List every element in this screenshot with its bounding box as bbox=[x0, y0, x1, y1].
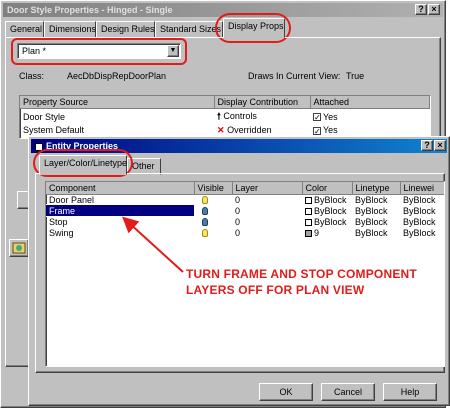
col-attached[interactable]: Attached bbox=[310, 96, 430, 109]
close-icon[interactable]: × bbox=[434, 140, 446, 151]
row-attached: Yes bbox=[323, 111, 338, 122]
display-rep-value: Plan * bbox=[22, 46, 47, 56]
door-style-viewer-icon[interactable] bbox=[9, 239, 29, 257]
cross-icon: ✕ bbox=[217, 124, 225, 135]
tab-standard-sizes[interactable]: Standard Sizes bbox=[155, 21, 223, 38]
row-component[interactable]: Door Panel bbox=[46, 194, 194, 205]
row-color-value: 9 bbox=[314, 227, 320, 238]
row-lineweight[interactable]: ByBlock bbox=[400, 216, 444, 227]
row-component[interactable]: Stop bbox=[46, 216, 194, 227]
property-source-list[interactable]: Property Source Display Contribution Att… bbox=[19, 95, 431, 139]
lightbulb-off-icon[interactable] bbox=[202, 207, 208, 216]
row-contribution: Overridden bbox=[227, 124, 272, 135]
table-row[interactable]: System Default ✕ Overridden ✓ Yes bbox=[20, 125, 430, 136]
help-icon[interactable]: ? bbox=[421, 140, 433, 151]
row-color[interactable]: ByBlock bbox=[302, 205, 352, 216]
close-icon[interactable]: × bbox=[428, 4, 440, 15]
display-rep-select[interactable]: Plan * ▼ bbox=[17, 43, 181, 59]
help-button[interactable]: Help bbox=[383, 383, 437, 401]
attached-checkbox[interactable]: ✓ bbox=[313, 113, 321, 122]
color-swatch bbox=[305, 196, 312, 204]
callout-line-1: TURN FRAME AND STOP COMPONENT bbox=[186, 267, 417, 281]
table-row[interactable]: Door Panel 0 ByBlock ByBlock ByBlock bbox=[46, 194, 444, 205]
col-color[interactable]: Color bbox=[302, 182, 353, 195]
table-row[interactable]: Door Style 🠕 Controls ✓ Yes bbox=[20, 108, 430, 125]
help-icon[interactable]: ? bbox=[415, 4, 427, 15]
color-swatch bbox=[305, 229, 312, 237]
draws-value: True bbox=[346, 71, 365, 81]
row-lineweight[interactable]: ByBlock bbox=[400, 227, 444, 238]
callout-line-2: LAYERS OFF FOR PLAN VIEW bbox=[186, 283, 365, 297]
row-lineweight[interactable]: ByBlock bbox=[400, 194, 444, 205]
row-linetype[interactable]: ByBlock bbox=[352, 216, 400, 227]
lightbulb-on-icon[interactable] bbox=[202, 196, 208, 205]
row-visible[interactable] bbox=[194, 205, 232, 216]
row-component[interactable]: Frame bbox=[46, 204, 195, 217]
cancel-button[interactable]: Cancel bbox=[321, 383, 375, 401]
row-color[interactable]: ByBlock bbox=[302, 216, 352, 227]
row-color-value: ByBlock bbox=[314, 205, 347, 216]
table-row[interactable]: Swing 0 9 ByBlock ByBlock bbox=[46, 227, 444, 238]
entity-title: Entity Properties bbox=[46, 141, 119, 151]
row-linetype[interactable]: ByBlock bbox=[352, 227, 400, 238]
row-component[interactable]: Swing bbox=[46, 227, 194, 238]
row-contribution: Controls bbox=[223, 110, 257, 121]
row-layer[interactable]: 0 bbox=[232, 227, 302, 238]
row-attached: Yes bbox=[323, 125, 338, 135]
col-layer[interactable]: Layer bbox=[232, 182, 303, 195]
arrow-up-icon: 🠕 bbox=[217, 110, 221, 121]
tab-general[interactable]: General bbox=[5, 21, 44, 38]
row-layer[interactable]: 0 bbox=[232, 216, 302, 227]
tab-dimensions[interactable]: Dimensions bbox=[44, 21, 96, 38]
row-visible[interactable] bbox=[194, 194, 232, 205]
row-color-value: ByBlock bbox=[314, 194, 347, 205]
chevron-down-icon[interactable]: ▼ bbox=[167, 45, 179, 57]
col-property-source[interactable]: Property Source bbox=[20, 96, 215, 109]
row-visible[interactable] bbox=[194, 216, 232, 227]
tab-display-props[interactable]: Display Props bbox=[223, 18, 285, 38]
class-value: AecDbDispRepDoorPlan bbox=[67, 71, 167, 81]
color-swatch bbox=[305, 207, 312, 215]
table-row[interactable]: Frame 0 ByBlock ByBlock ByBlock bbox=[46, 204, 444, 217]
row-lineweight[interactable]: ByBlock bbox=[400, 205, 444, 216]
row-layer[interactable]: 0 bbox=[232, 194, 302, 205]
attached-checkbox[interactable]: ✓ bbox=[313, 126, 321, 135]
draws-label: Draws In Current View: bbox=[248, 71, 341, 81]
row-layer[interactable]: 0 bbox=[232, 205, 302, 216]
color-swatch bbox=[305, 218, 312, 226]
lightbulb-off-icon[interactable] bbox=[202, 218, 208, 227]
row-color[interactable]: 9 bbox=[302, 227, 352, 238]
row-source: Door Style bbox=[23, 111, 66, 122]
tab-design-rules[interactable]: Design Rules bbox=[96, 21, 155, 38]
col-visible[interactable]: Visible bbox=[194, 182, 233, 195]
callout-text: TURN FRAME AND STOP COMPONENT LAYERS OFF… bbox=[186, 266, 417, 298]
row-color-value: ByBlock bbox=[314, 216, 347, 227]
ok-button[interactable]: OK bbox=[259, 383, 313, 401]
row-linetype[interactable]: ByBlock bbox=[352, 194, 400, 205]
door-style-titlebar: Door Style Properties - Hinged - Single bbox=[3, 3, 443, 17]
row-linetype[interactable]: ByBlock bbox=[352, 205, 400, 216]
entity-titlebar: Entity Properties bbox=[31, 139, 447, 153]
row-color[interactable]: ByBlock bbox=[302, 194, 352, 205]
table-row[interactable]: Stop 0 ByBlock ByBlock ByBlock bbox=[46, 216, 444, 227]
col-linetype[interactable]: Linetype bbox=[352, 182, 401, 195]
col-display-contribution[interactable]: Display Contribution bbox=[214, 96, 311, 109]
tab-layer-color-linetype[interactable]: Layer/Color/Linetype bbox=[39, 155, 127, 175]
col-lineweight[interactable]: Linewei bbox=[400, 182, 444, 195]
entity-app-icon bbox=[35, 142, 43, 151]
door-style-title: Door Style Properties - Hinged - Single bbox=[7, 5, 173, 15]
row-source: System Default bbox=[23, 125, 85, 135]
class-label: Class: bbox=[19, 71, 45, 81]
col-component[interactable]: Component bbox=[46, 182, 195, 195]
lightbulb-on-icon[interactable] bbox=[202, 229, 208, 238]
row-visible[interactable] bbox=[194, 227, 232, 238]
